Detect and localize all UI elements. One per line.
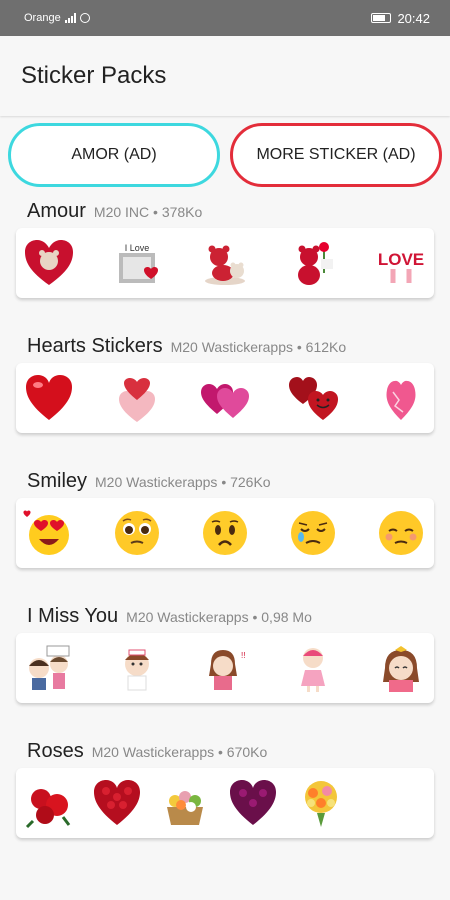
nurse-girl-sticker (110, 641, 164, 695)
pack-meta: M20 Wastickerapps • 0,98 Mo (126, 609, 312, 625)
sticker-tray[interactable] (16, 363, 434, 433)
purple-rose-heart-sticker (226, 776, 280, 830)
teddy-bear-sticker (198, 236, 252, 290)
love-text-sticker: LOVE (374, 236, 428, 290)
girl-dress-sticker (286, 641, 340, 695)
sticker-pack-list: Amour M20 INC • 378Ko I Love LOVE Hearts… (0, 196, 450, 871)
pack-name: Amour (27, 200, 86, 222)
sticker-pack-roses[interactable]: Roses M20 Wastickerapps • 670Ko (16, 736, 434, 871)
pink-hearts-sticker (198, 371, 252, 425)
worried-emoji (198, 506, 252, 560)
smiling-hearts-sticker (286, 371, 340, 425)
pack-header: Roses M20 Wastickerapps • 670Ko (16, 736, 434, 766)
pack-name: Roses (27, 740, 84, 762)
sticker-tray[interactable]: !! (16, 633, 434, 703)
rose-heart-sticker (90, 776, 144, 830)
pink-heart-sticker (374, 371, 428, 425)
amor-ad-button[interactable]: AMOR (AD) (8, 123, 220, 187)
pack-name: Hearts Stickers (27, 335, 163, 357)
svg-text:LOVE: LOVE (378, 250, 424, 269)
more-sticker-ad-button[interactable]: MORE STICKER (AD) (230, 123, 442, 187)
pack-name: I Miss You (27, 605, 119, 627)
sticker-tray[interactable]: I Love LOVE (16, 228, 434, 298)
svg-text:I Love: I Love (125, 243, 150, 253)
couple-sticker (22, 641, 76, 695)
pack-header: Amour M20 INC • 378Ko (16, 196, 434, 226)
pleading-emoji (110, 506, 164, 560)
pack-header: Smiley M20 Wastickerapps • 726Ko (16, 466, 434, 496)
red-heart-sticker (22, 371, 76, 425)
pack-header: I Miss You M20 Wastickerapps • 0,98 Mo (16, 601, 434, 631)
status-bar: Orange 20:42 (0, 0, 450, 36)
sticker-pack-smiley[interactable]: Smiley M20 Wastickerapps • 726Ko (16, 466, 434, 601)
clock: 20:42 (397, 10, 430, 26)
flower-basket-sticker (158, 776, 212, 830)
bouquet-sticker (294, 776, 348, 830)
status-left: Orange (24, 12, 90, 24)
status-right: 20:42 (371, 11, 430, 26)
crying-emoji (286, 506, 340, 560)
love-gift-sticker: I Love (110, 236, 164, 290)
pack-meta: M20 INC • 378Ko (93, 204, 203, 220)
sticker-tray[interactable] (16, 768, 434, 838)
bear-with-rose-sticker (286, 236, 340, 290)
carrier-label: Orange (24, 12, 61, 24)
page-title: Sticker Packs (21, 62, 167, 89)
battery-icon (371, 13, 392, 23)
pack-meta: M20 Wastickerapps • 670Ko (91, 744, 268, 760)
heart-bear-sticker (22, 236, 76, 290)
red-roses-sticker (22, 776, 76, 830)
pack-name: Smiley (27, 470, 88, 492)
signal-icon (64, 13, 76, 23)
sticker-pack-hearts[interactable]: Hearts Stickers M20 Wastickerapps • 612K… (16, 331, 434, 466)
whatsapp-icon (79, 13, 90, 23)
crying-girl-sticker (374, 641, 428, 695)
shy-emoji (374, 506, 428, 560)
svg-text:!!: !! (241, 651, 245, 660)
app-bar: Sticker Packs (0, 36, 450, 116)
stacked-hearts-sticker (110, 371, 164, 425)
pack-header: Hearts Stickers M20 Wastickerapps • 612K… (16, 331, 434, 361)
sticker-pack-i-miss-you[interactable]: I Miss You M20 Wastickerapps • 0,98 Mo !… (16, 601, 434, 736)
ad-buttons-row: AMOR (AD) MORE STICKER (AD) (0, 116, 450, 196)
pack-meta: M20 Wastickerapps • 612Ko (170, 339, 347, 355)
pack-meta: M20 Wastickerapps • 726Ko (95, 474, 271, 490)
sticker-pack-amour[interactable]: Amour M20 INC • 378Ko I Love LOVE (16, 196, 434, 331)
heart-eyes-emoji (22, 506, 76, 560)
sticker-tray[interactable] (16, 498, 434, 568)
girl-hug-sticker: !! (198, 641, 252, 695)
